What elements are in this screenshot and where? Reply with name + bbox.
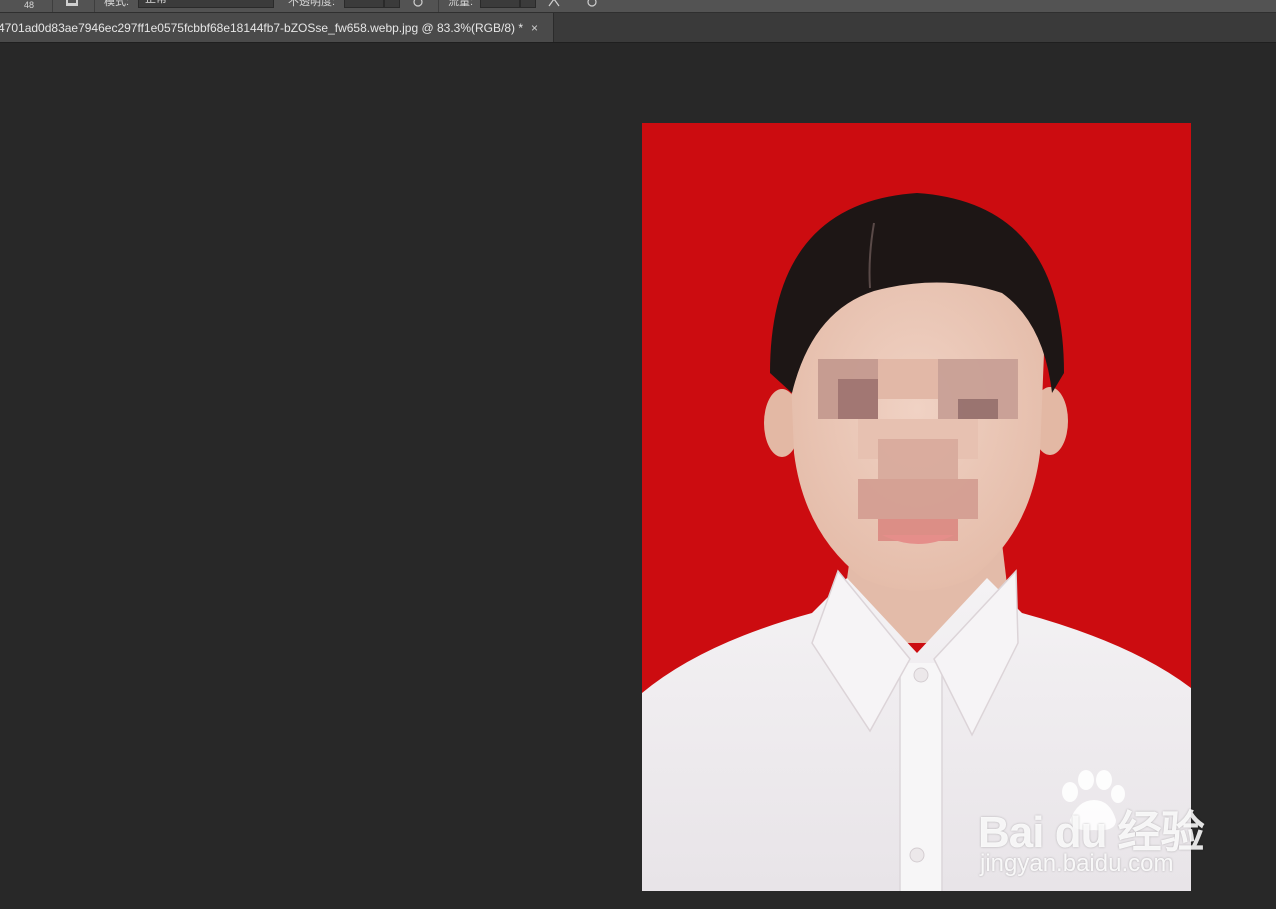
brush-panel-icon[interactable] <box>66 0 78 8</box>
document-tab[interactable]: 4701ad0d83ae7946ec297ff1e0575fcbbf68e181… <box>0 13 554 42</box>
pressure-size-icon[interactable] <box>586 0 598 8</box>
options-divider <box>52 0 53 12</box>
pressure-opacity-icon[interactable] <box>412 0 424 8</box>
mode-select-value: 正常 <box>145 0 167 5</box>
mode-label: 模式: <box>104 0 130 8</box>
close-tab-icon[interactable]: × <box>531 21 538 35</box>
options-divider <box>94 0 95 12</box>
opacity-dropdown-arrow[interactable] <box>384 0 400 8</box>
airbrush-icon[interactable] <box>548 0 560 8</box>
opacity-input[interactable] <box>344 0 384 8</box>
options-bar: 48 模式: 正常 不透明度: 流量: <box>0 0 1276 13</box>
brush-size-readout[interactable]: 48 <box>24 0 34 11</box>
mode-select[interactable]: 正常 <box>138 0 274 8</box>
flow-label: 流量: <box>448 0 474 8</box>
options-divider <box>438 0 439 12</box>
flow-dropdown-arrow[interactable] <box>520 0 536 8</box>
baidu-jingyan-watermark: Bai du 经验 jingyan.baidu.com <box>978 770 1218 885</box>
document-tab-title[interactable]: 4701ad0d83ae7946ec297ff1e0575fcbbf68e181… <box>0 21 523 35</box>
flow-input[interactable] <box>480 0 520 8</box>
document-tab-bar: 4701ad0d83ae7946ec297ff1e0575fcbbf68e181… <box>0 13 1276 43</box>
opacity-label: 不透明度: <box>288 0 336 8</box>
watermark-url: jingyan.baidu.com <box>980 850 1174 877</box>
